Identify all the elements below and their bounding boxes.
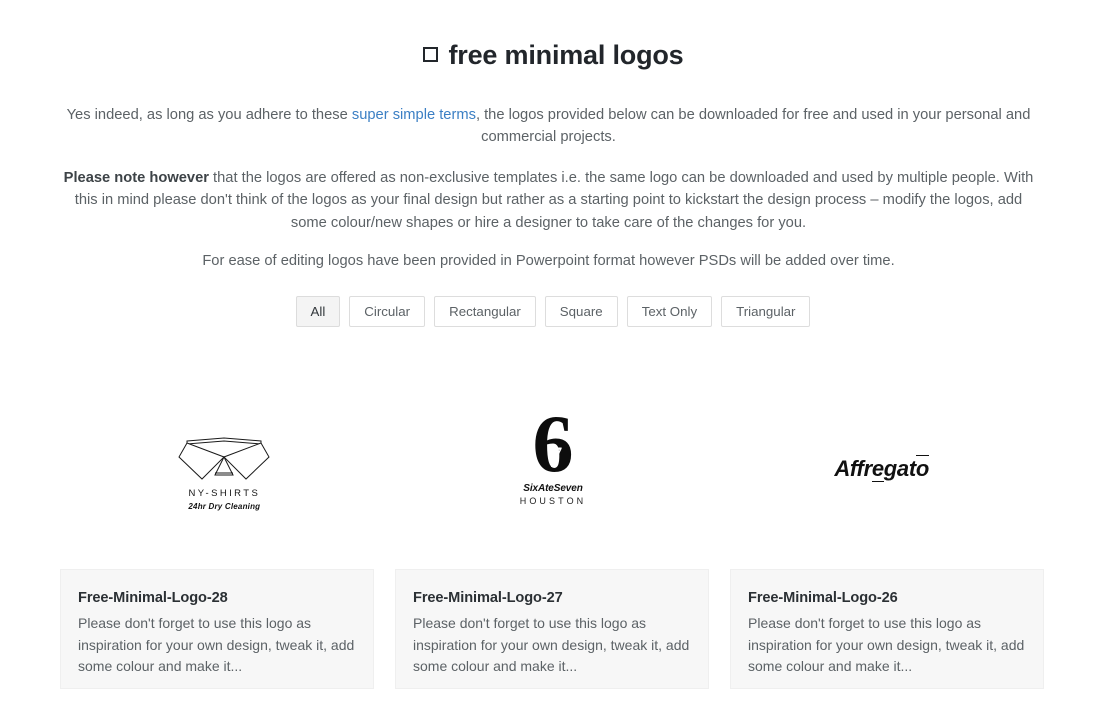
- intro-paragraph-1: Yes indeed, as long as you adhere to the…: [57, 104, 1040, 149]
- card-description: Please don't forget to use this logo as …: [748, 615, 1025, 674]
- filter-button-square[interactable]: Square: [544, 296, 618, 327]
- intro-paragraph-2-rest: that the logos are offered as non-exclus…: [74, 169, 1034, 231]
- shirt-collar-icon: [178, 437, 270, 480]
- page-title-text: free minimal logos: [448, 40, 684, 71]
- logo-card-27[interactable]: Free-Minimal-Logo-27 Please don't forget…: [395, 569, 709, 689]
- filter-button-triangular[interactable]: Triangular: [721, 296, 811, 327]
- svg-text:7: 7: [548, 441, 563, 474]
- logo-preview-affregato[interactable]: Affregato: [717, 388, 1046, 538]
- logo-name-ny-shirts: NY-SHIRTS: [188, 488, 261, 499]
- logo-card-26[interactable]: Free-Minimal-Logo-26 Please don't forget…: [730, 569, 1044, 689]
- intro-paragraph-3: For ease of editing logos have been prov…: [202, 252, 895, 269]
- filter-button-text-only[interactable]: Text Only: [626, 296, 713, 327]
- card-title: Free-Minimal-Logo-28: [78, 590, 228, 606]
- logo-tagline-ny-shirts: 24hr Dry Cleaning: [188, 502, 261, 511]
- missing-glyph-box-icon: [422, 47, 438, 63]
- logo-preview-sixateseven[interactable]: 6 7 SixAteSeven HOUSTON: [389, 388, 718, 538]
- affregato-part-4: o: [915, 455, 930, 481]
- logo-name-sixateseven: SixAteSeven: [523, 482, 583, 494]
- page-title: free minimal logos: [0, 40, 1106, 71]
- filter-button-circular[interactable]: Circular: [349, 296, 426, 327]
- logo-tagline-sixateseven: HOUSTON: [519, 495, 587, 506]
- card-description: Please don't forget to use this logo as …: [78, 615, 355, 674]
- please-note-emphasis: Please note however: [63, 169, 209, 186]
- affregato-wordmark-icon: Affregato: [834, 455, 930, 482]
- intro-paragraph-2: Please note however that the logos are o…: [57, 167, 1040, 235]
- card-title: Free-Minimal-Logo-27: [413, 590, 563, 606]
- intro-paragraph-1-after: , the logos provided below can be downlo…: [475, 106, 1031, 146]
- affregato-part-3: gat: [883, 456, 916, 481]
- filter-button-all[interactable]: All: [295, 296, 341, 327]
- logo-filter-bar: All Circular Rectangular Square Text Onl…: [0, 296, 1106, 327]
- super-simple-terms-link[interactable]: super simple terms: [352, 107, 476, 123]
- affregato-part-1: Affr: [834, 456, 872, 481]
- logo-preview-ny-shirts[interactable]: NY-SHIRTS 24hr Dry Cleaning: [60, 388, 389, 538]
- page-root: free minimal logos Yes indeed, as long a…: [0, 0, 1106, 722]
- card-description: Please don't forget to use this logo as …: [413, 615, 690, 674]
- logo-preview-row: NY-SHIRTS 24hr Dry Cleaning 6 7 SixAteSe…: [60, 388, 1046, 538]
- intro-paragraph-1-before: Yes indeed, as long as you adhere to the…: [66, 106, 352, 123]
- affregato-part-2: e: [871, 456, 884, 482]
- filter-button-rectangular[interactable]: Rectangular: [434, 296, 536, 327]
- card-title: Free-Minimal-Logo-26: [748, 590, 898, 606]
- six-seven-numeral-icon: 6 7: [533, 405, 574, 481]
- logo-card-row: Free-Minimal-Logo-28 Please don't forget…: [60, 569, 1046, 689]
- logo-card-28[interactable]: Free-Minimal-Logo-28 Please don't forget…: [60, 569, 374, 689]
